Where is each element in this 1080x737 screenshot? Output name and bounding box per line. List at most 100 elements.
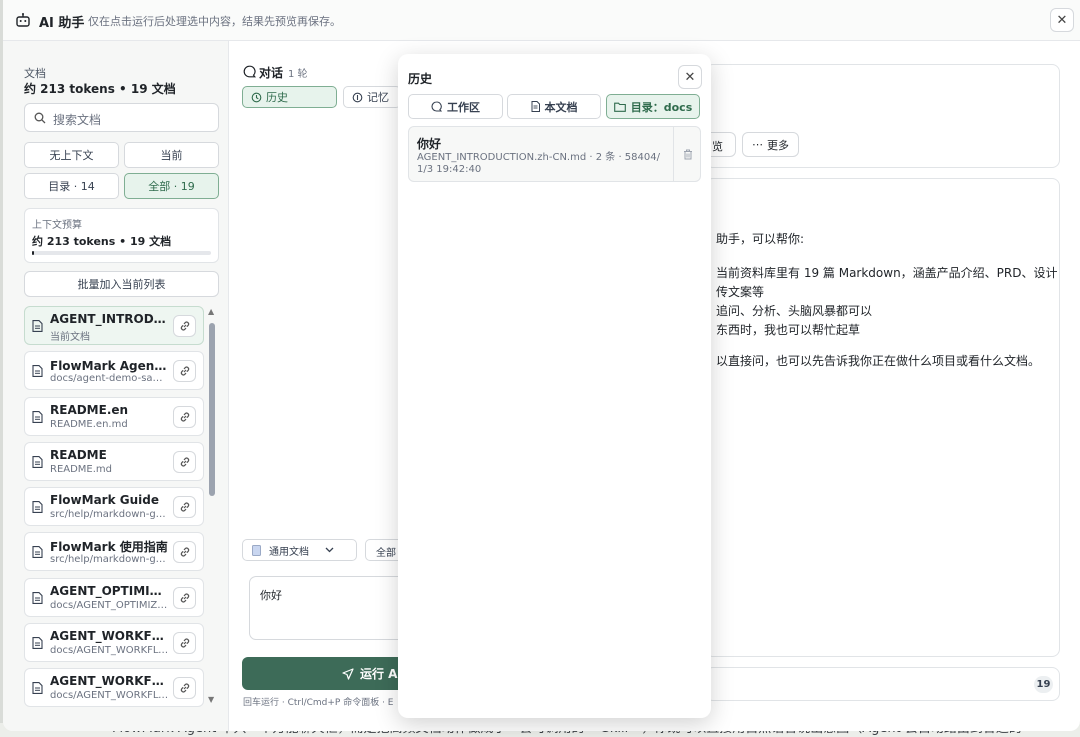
document-path: README.en.md — [50, 418, 128, 430]
document-icon — [32, 591, 43, 604]
document-icon — [32, 320, 43, 332]
document-list-scrollbar[interactable]: ▲ ▼ — [207, 307, 217, 707]
document-list-item[interactable]: README README.md — [24, 441, 204, 481]
document-list-item[interactable]: FlowMark Agent 演示docs/agent-demo-samples — [24, 351, 204, 391]
scroll-down-icon[interactable]: ▼ — [208, 695, 214, 704]
document-list-item[interactable]: README.en README.en.md — [24, 396, 204, 436]
history-filter-directory[interactable]: 目录：docs — [606, 94, 700, 119]
preview-footer: 19 — [705, 667, 1060, 701]
document-list: AGENT_INTRODUCTION.zh-CN 当前文档 FlowMark Age… — [24, 306, 204, 731]
link-document-button[interactable] — [173, 541, 196, 564]
budget-progress-fill — [32, 251, 34, 255]
history-filter-this-doc-label: 本文档 — [544, 100, 578, 114]
history-filter-this-doc[interactable]: 本文档 — [507, 94, 601, 119]
tab-memory[interactable]: 记忆 — [343, 86, 401, 108]
document-icon — [32, 365, 43, 378]
filter-all[interactable]: 全部 · 19 — [124, 173, 219, 199]
tab-history-label: 历史 — [266, 91, 288, 104]
link-icon — [179, 411, 191, 423]
prompt-input[interactable]: 你好 — [249, 576, 409, 640]
conversation-title: 对话 — [259, 66, 284, 80]
document-sidebar: 文档 约 213 tokens • 19 文档 搜索文档 无上下文 当前 目录 … — [3, 41, 229, 731]
link-icon — [179, 592, 191, 604]
document-path: docs/AGENT_WORKFLOW — [50, 690, 170, 702]
history-filter-workspace-label: 工作区 — [447, 100, 480, 114]
close-icon: ✕ — [1056, 12, 1068, 28]
template-select-value: 通用文档 — [269, 546, 309, 558]
document-list-item[interactable]: FlowMark Guide src/help/markdown-guide — [24, 487, 204, 527]
document-list-item[interactable]: AGENT_WORKFLOW docs/AGENT_WORKFLOW — [24, 623, 204, 663]
document-name: AGENT_WORKFLOW — [50, 674, 170, 689]
budget-progress-bar — [32, 251, 211, 255]
document-name: FlowMark 使用指南 — [50, 540, 168, 555]
filter-current[interactable]: 当前 — [124, 142, 219, 168]
batch-add-button[interactable]: 批量加入当前列表 — [24, 271, 219, 297]
link-icon — [179, 546, 191, 558]
delete-history-button[interactable] — [673, 127, 702, 181]
folder-icon — [613, 102, 626, 112]
document-name: README — [50, 447, 107, 462]
link-document-button[interactable] — [173, 360, 196, 383]
link-document-button[interactable] — [173, 315, 196, 337]
modal-title: AI 助手 — [39, 16, 85, 31]
document-list-item[interactable]: AGENT_INTRODUCTION.zh-CN 当前文档 — [24, 306, 204, 345]
document-icon — [32, 637, 43, 650]
search-icon — [34, 112, 46, 124]
document-icon — [531, 101, 540, 112]
link-document-button[interactable] — [173, 405, 196, 428]
document-path: 当前文档 — [50, 332, 90, 343]
sidebar-token-summary: 约 213 tokens • 19 文档 — [24, 82, 176, 96]
link-document-button[interactable] — [173, 632, 196, 655]
preview-line: 当前资料库里有 19 篇 Markdown，涵盖产品介绍、PRD、设计 — [716, 266, 1058, 280]
chevron-down-icon — [325, 547, 334, 553]
document-name: README.en — [50, 402, 129, 417]
keyboard-hint: 回车运行 · Ctrl/Cmd+P 命令面板 · E — [243, 698, 394, 708]
document-path: docs/agent-demo-samples — [50, 373, 170, 385]
history-close-button[interactable]: ✕ — [678, 65, 702, 89]
preview-line: 传文案等 — [716, 285, 765, 299]
robot-icon — [15, 12, 31, 28]
tab-history[interactable]: 历史 — [242, 86, 337, 108]
link-document-button[interactable] — [173, 677, 196, 700]
document-name: FlowMark Agent 演示 — [50, 359, 170, 374]
run-ai-button[interactable]: 运行 AI — [242, 657, 407, 690]
count-badge: 19 — [1034, 676, 1053, 693]
file-icon — [252, 544, 261, 556]
document-icon — [32, 546, 43, 559]
filter-directory[interactable]: 目录 · 14 — [24, 173, 119, 199]
document-search-input[interactable]: 搜索文档 — [24, 103, 219, 132]
history-title: 历史 — [408, 72, 433, 86]
memory-icon — [352, 92, 363, 103]
template-select[interactable]: 通用文档 — [242, 539, 357, 561]
document-icon — [32, 501, 43, 514]
document-list-item[interactable]: AGENT_OPTIMIZATIONdocs/AGENT_OPTIMIZATIO… — [24, 577, 204, 617]
modal-close-button[interactable]: ✕ — [1050, 8, 1074, 32]
scrollbar-thumb[interactable] — [209, 323, 215, 496]
more-button[interactable]: ⋯ 更多 — [742, 132, 799, 157]
document-path: docs/AGENT_OPTIMIZATION — [50, 599, 170, 611]
more-dots-icon: ⋯ — [752, 138, 763, 151]
more-label: 更多 — [767, 138, 789, 152]
modal-subtitle: 仅在点击运行后处理选中内容，结果先预览再保存。 — [88, 15, 341, 28]
link-document-button[interactable] — [173, 586, 196, 609]
history-item[interactable]: 你好 AGENT_INTRODUCTION.zh-CN.md · 2 条 · 5… — [408, 126, 701, 182]
document-name: AGENT_WORKFLOW — [50, 629, 170, 644]
link-icon — [179, 365, 191, 377]
preview-toolbar: 览 ⋯ 更多 — [705, 64, 1060, 168]
document-icon — [32, 455, 43, 468]
history-filter-workspace[interactable]: 工作区 — [408, 94, 503, 119]
link-icon — [179, 682, 191, 694]
document-name: AGENT_OPTIMIZATION — [50, 583, 170, 598]
filter-no-context[interactable]: 无上下文 — [24, 142, 119, 168]
scroll-up-icon[interactable]: ▲ — [208, 307, 214, 316]
history-icon — [251, 92, 262, 103]
link-document-button[interactable] — [173, 450, 196, 473]
tab-memory-label: 记忆 — [367, 91, 389, 104]
document-list-item[interactable]: AGENT_WORKFLOW docs/AGENT_WORKFLOW — [24, 668, 204, 708]
document-path: src/help/markdown-guide — [50, 554, 170, 566]
run-ai-label: 运行 AI — [360, 667, 402, 681]
history-filter-directory-label: 目录：docs — [630, 100, 693, 114]
link-document-button[interactable] — [173, 496, 196, 519]
document-list-item[interactable]: FlowMark 使用指南 src/help/markdown-guide — [24, 532, 204, 572]
link-icon — [179, 320, 191, 332]
